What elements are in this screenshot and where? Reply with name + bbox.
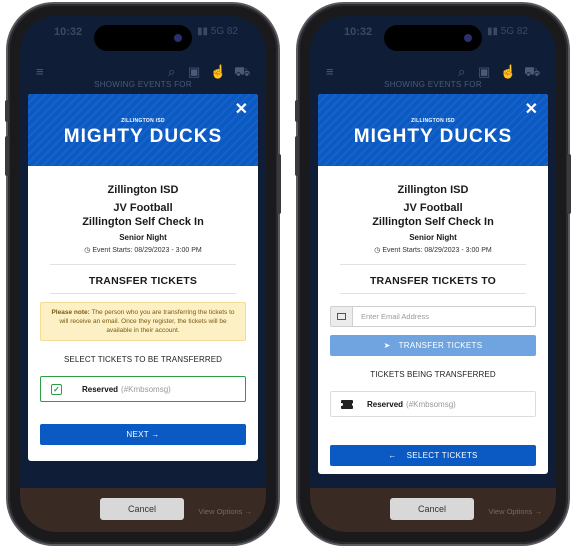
status-time: 10:32 xyxy=(54,26,83,38)
showing-events-text: SHOWING EVENTS FOR xyxy=(384,80,482,89)
search-icon[interactable]: ⌕ xyxy=(458,64,465,80)
tickets-icon[interactable]: ▣ xyxy=(188,64,200,80)
email-field[interactable] xyxy=(330,306,536,327)
arrow-left-icon: ← xyxy=(388,451,397,460)
select-tickets-heading: SELECT TICKETS TO BE TRANSFERRED xyxy=(63,355,223,364)
section-title: TRANSFER TICKETS TO xyxy=(369,275,497,287)
side-button xyxy=(5,136,9,176)
ticket-label: Reserved xyxy=(82,384,119,394)
cancel-button[interactable]: Cancel xyxy=(100,498,184,520)
organization-name: Zillington ISD xyxy=(397,184,469,196)
close-icon[interactable]: ✕ xyxy=(235,102,248,118)
event-start-time: ◷ Event Starts: 08/29/2023 - 3:00 PM xyxy=(40,246,246,254)
transfer-modal: ZILLINGTON ISD MIGHTY DUCKS ✕ Zillington… xyxy=(28,94,258,461)
phone-frame-left: 10:32 ▮▮ 5G 82 ≡ ⌕ ▣ ☝ ⛟ SHOWING EVENTS … xyxy=(5,4,281,544)
event-name-line1: JV Football xyxy=(403,202,463,214)
clock-icon: ◷ xyxy=(374,247,381,254)
banner-subtitle: ZILLINGTON ISD xyxy=(411,118,455,124)
ticket-icon xyxy=(339,399,355,409)
team-banner: ZILLINGTON ISD MIGHTY DUCKS ✕ xyxy=(28,94,258,166)
phone-frame-right: 10:32 ▮▮ 5G 82 ≡ ⌕ ▣ ☝ ⛟ SHOWING EVENTS … xyxy=(295,4,571,544)
checkbox-checked-icon[interactable]: ✓ xyxy=(51,383,62,395)
ticket-code: (#Kmbsomsg) xyxy=(121,384,171,394)
ticket-label: Reserved xyxy=(367,399,404,409)
status-icons: ▮▮ 5G 82 xyxy=(196,26,238,37)
phone-screen: 10:32 ▮▮ 5G 82 ≡ ⌕ ▣ ☝ ⛟ SHOWING EVENTS … xyxy=(310,16,556,532)
event-night: Senior Night xyxy=(119,233,167,242)
divider xyxy=(340,264,526,265)
side-button xyxy=(277,154,281,214)
phone-screen: 10:32 ▮▮ 5G 82 ≡ ⌕ ▣ ☝ ⛟ SHOWING EVENTS … xyxy=(20,16,266,532)
event-name-line2: Zillington Self Check In xyxy=(372,216,494,228)
organization-name: Zillington ISD xyxy=(107,184,179,196)
camera-dot xyxy=(174,34,182,42)
banner-title: MIGHTY DUCKS xyxy=(63,126,223,147)
event-start-label: Event Starts: 08/29/2023 - 3:00 PM xyxy=(382,247,492,254)
event-start-time: ◷ Event Starts: 08/29/2023 - 3:00 PM xyxy=(330,246,536,254)
transfer-note: Please note: The person who you are tran… xyxy=(40,302,246,341)
cancel-button[interactable]: Cancel xyxy=(390,498,474,520)
menu-icon[interactable]: ≡ xyxy=(36,64,44,79)
search-icon[interactable]: ⌕ xyxy=(168,64,175,80)
select-tickets-label: SELECT TICKETS xyxy=(406,451,478,460)
modal-body: Zillington ISD JV Football Zillington Se… xyxy=(318,166,548,474)
select-tickets-button[interactable]: ← SELECT TICKETS xyxy=(330,445,536,466)
event-name-line1: JV Football xyxy=(113,202,173,214)
showing-events-text: SHOWING EVENTS FOR xyxy=(94,80,192,89)
event-start-label: Event Starts: 08/29/2023 - 3:00 PM xyxy=(92,247,202,254)
event-night: Senior Night xyxy=(409,233,457,242)
thumbs-up-icon[interactable]: ☝ xyxy=(210,64,226,80)
thumbs-up-icon[interactable]: ☝ xyxy=(500,64,516,80)
view-options-link[interactable]: View Options → xyxy=(198,507,252,516)
banner-title: MIGHTY DUCKS xyxy=(353,126,513,147)
banner-subtitle: ZILLINGTON ISD xyxy=(121,118,165,124)
ticket-row-reserved: Reserved (#Kmbsomsg) xyxy=(330,391,536,417)
divider xyxy=(340,293,526,294)
ticket-code: (#Kmbsomsg) xyxy=(406,399,456,409)
transfer-tickets-label: TRANSFER TICKETS xyxy=(398,341,483,350)
side-button xyxy=(5,100,9,122)
tickets-being-transferred-heading: TICKETS BEING TRANSFERRED xyxy=(370,370,496,379)
section-title: TRANSFER TICKETS xyxy=(88,275,198,287)
camera-dot xyxy=(464,34,472,42)
event-name-line2: Zillington Self Check In xyxy=(82,216,204,228)
next-button[interactable]: NEXT → xyxy=(40,424,246,445)
status-time: 10:32 xyxy=(344,26,373,38)
menu-icon[interactable]: ≡ xyxy=(326,64,334,79)
view-options-link[interactable]: View Options → xyxy=(488,507,542,516)
team-banner: ZILLINGTON ISD MIGHTY DUCKS ✕ xyxy=(318,94,548,166)
dynamic-island xyxy=(94,25,192,51)
transfer-tickets-button[interactable]: ➤ TRANSFER TICKETS xyxy=(330,335,536,356)
dynamic-island xyxy=(384,25,482,51)
modal-body: Zillington ISD JV Football Zillington Se… xyxy=(28,166,258,461)
divider xyxy=(50,293,236,294)
email-input[interactable] xyxy=(353,307,535,326)
close-icon[interactable]: ✕ xyxy=(525,102,538,118)
status-icons: ▮▮ 5G 82 xyxy=(486,26,528,37)
clock-icon: ◷ xyxy=(84,247,91,254)
side-button xyxy=(295,100,299,122)
note-label: Please note: xyxy=(51,309,90,316)
divider xyxy=(50,264,236,265)
side-button xyxy=(295,136,299,176)
side-button xyxy=(567,154,571,214)
tickets-icon[interactable]: ▣ xyxy=(478,64,490,80)
transfer-modal: ZILLINGTON ISD MIGHTY DUCKS ✕ Zillington… xyxy=(318,94,548,474)
paper-plane-icon: ➤ xyxy=(383,341,391,350)
ticket-row-reserved[interactable]: ✓ Reserved (#Kmbsomsg) xyxy=(40,376,246,402)
envelope-icon xyxy=(331,307,353,326)
